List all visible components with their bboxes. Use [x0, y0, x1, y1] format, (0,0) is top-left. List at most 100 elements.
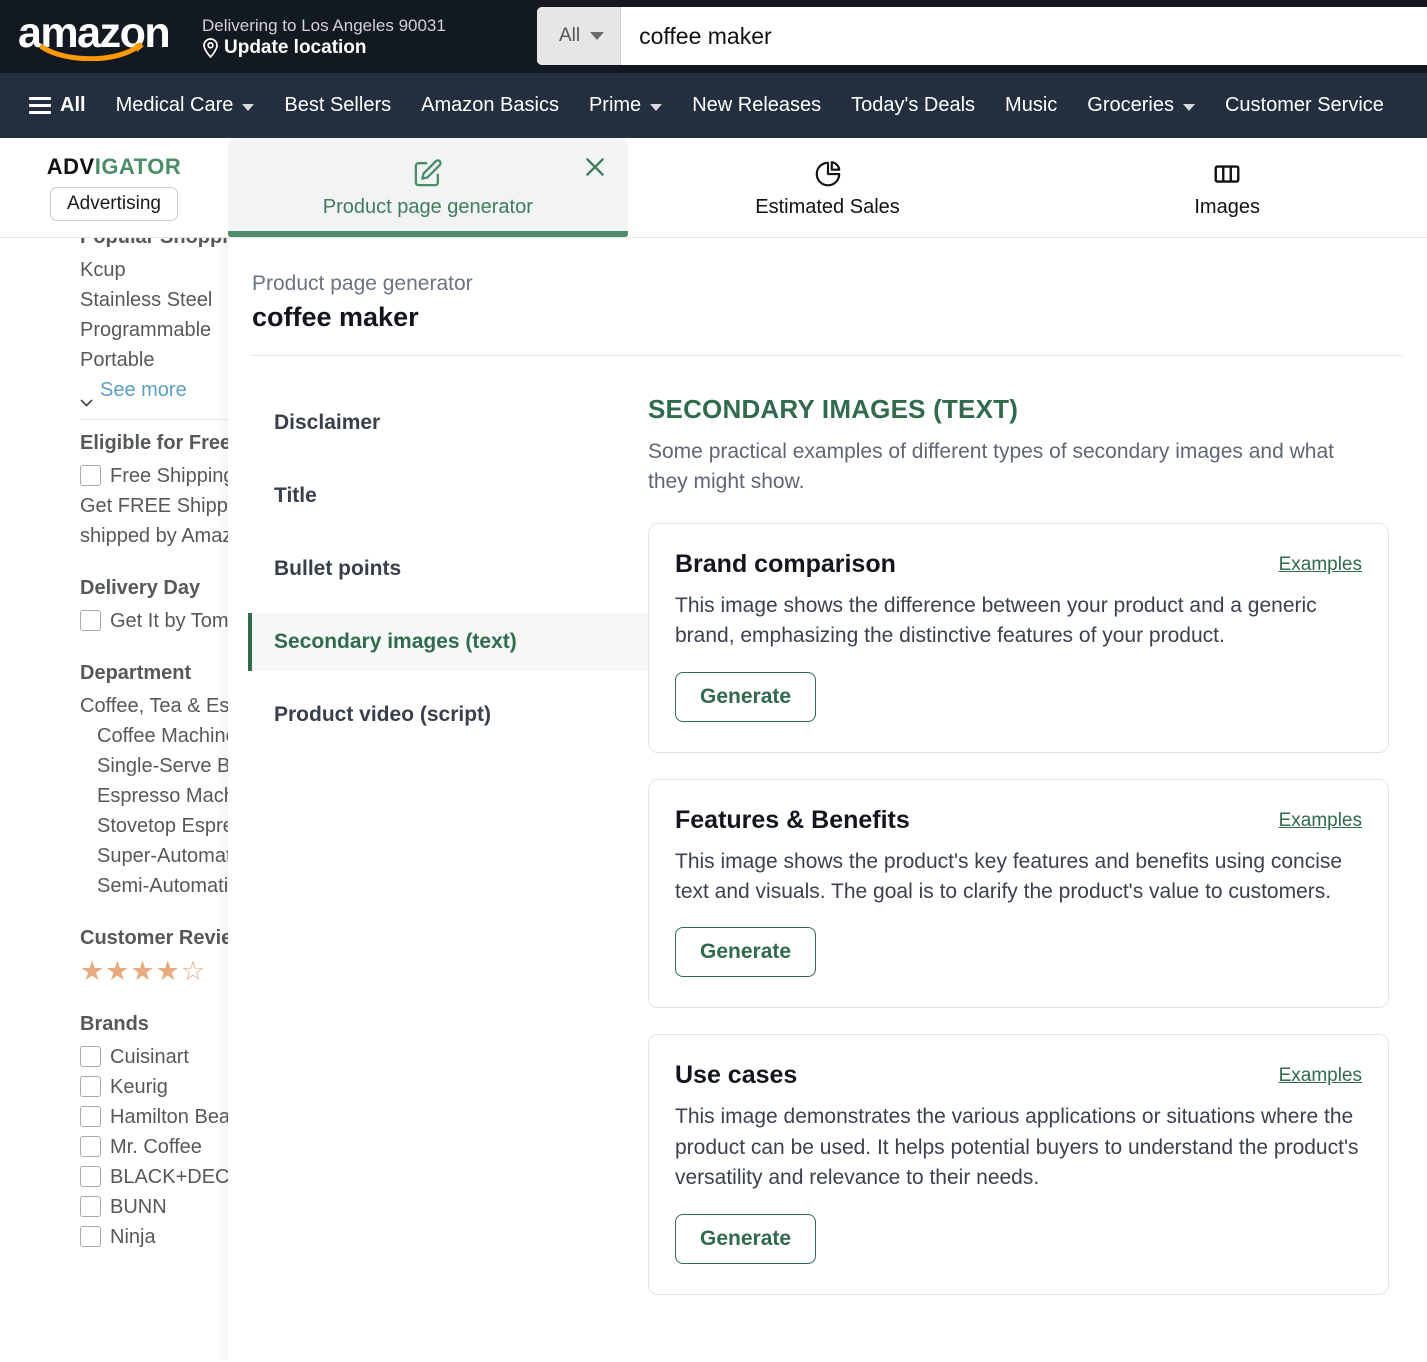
- update-location-label: Update location: [224, 36, 367, 58]
- chevron-down-icon: [650, 103, 663, 111]
- panel-kicker: Product page generator: [252, 272, 473, 295]
- nav-item-new-releases[interactable]: New Releases: [677, 85, 836, 126]
- nav-label: Music: [1005, 94, 1058, 116]
- panel-side-nav: Disclaimer Title Bullet points Secondary…: [228, 394, 648, 1295]
- nav-item-music[interactable]: Music: [990, 85, 1072, 126]
- nav-label: Amazon Basics: [421, 94, 559, 116]
- checkbox-get-it-tomorrow[interactable]: [80, 610, 101, 631]
- brand-label: Mr. Coffee: [110, 1136, 202, 1158]
- extension-tab-bar: ADVIGATOR Advertising Product page gener…: [0, 138, 1427, 238]
- chevron-down-icon: [1182, 103, 1195, 111]
- checkbox-brand[interactable]: [80, 1226, 101, 1247]
- checkbox-brand[interactable]: [80, 1046, 101, 1067]
- card-features-benefits: Features & Benefits Examples This image …: [648, 778, 1389, 1009]
- panel-nav-disclaimer[interactable]: Disclaimer: [248, 394, 648, 452]
- nav-item-todays-deals[interactable]: Today's Deals: [836, 85, 990, 126]
- columns-gallery-icon: [1212, 157, 1242, 191]
- pie-chart-icon: [813, 157, 843, 191]
- chevron-down-icon: [590, 32, 605, 40]
- location-pin-icon: [202, 37, 219, 59]
- checkbox-brand[interactable]: [80, 1166, 101, 1187]
- nav-item-amazon-basics[interactable]: Amazon Basics: [406, 85, 574, 126]
- examples-link[interactable]: Examples: [1279, 554, 1362, 576]
- nav-item-best-sellers[interactable]: Best Sellers: [269, 85, 406, 126]
- card-title: Use cases: [675, 1061, 798, 1090]
- checkbox-brand[interactable]: [80, 1196, 101, 1217]
- nav-label: Today's Deals: [851, 94, 976, 116]
- nav-item-medical-care[interactable]: Medical Care: [101, 85, 270, 126]
- card-description: This image shows the product's key featu…: [675, 849, 1343, 903]
- hamburger-menu-icon: [29, 97, 51, 114]
- tab-product-page-generator[interactable]: Product page generator: [228, 138, 628, 237]
- delivery-location[interactable]: Delivering to Los Angeles 90031 Update l…: [202, 14, 446, 59]
- panel-header: Product page generator coffee maker: [228, 238, 1427, 356]
- nav-item-prime[interactable]: Prime: [574, 85, 677, 126]
- card-brand-comparison: Brand comparison Examples This image sho…: [648, 522, 1389, 753]
- amazon-nav-bar: All Medical Care Best Sellers Amazon Bas…: [0, 73, 1427, 138]
- amazon-logo[interactable]: amazon: [18, 11, 171, 63]
- generate-button[interactable]: Generate: [675, 1213, 817, 1264]
- extension-brand-block: ADVIGATOR Advertising: [0, 138, 228, 237]
- nav-label: Prime: [588, 94, 642, 116]
- nav-label: New Releases: [692, 94, 822, 116]
- examples-link[interactable]: Examples: [1279, 810, 1362, 832]
- search-bar[interactable]: All: [537, 7, 1427, 65]
- card-description: This image demonstrates the various appl…: [675, 1105, 1359, 1190]
- nav-item-all-label: All: [60, 94, 86, 116]
- panel-body: Disclaimer Title Bullet points Secondary…: [228, 356, 1427, 1295]
- tab-images-label: Images: [1194, 195, 1260, 218]
- nav-item-groceries[interactable]: Groceries: [1072, 85, 1210, 126]
- extension-tabs: Product page generator Estimated Sales I…: [228, 138, 1427, 237]
- nav-label: Medical Care: [115, 94, 234, 116]
- section-subtitle: Some practical examples of different typ…: [648, 440, 1334, 493]
- delivery-line-1: Delivering to Los Angeles 90031: [202, 16, 446, 36]
- checkbox-brand[interactable]: [80, 1076, 101, 1097]
- panel-nav-product-video[interactable]: Product video (script): [248, 686, 648, 744]
- card-header: Brand comparison Examples: [675, 550, 1362, 579]
- search-category-dropdown[interactable]: All: [537, 7, 622, 65]
- section-title: SECONDARY IMAGES (TEXT): [648, 394, 1019, 424]
- card-title: Features & Benefits: [675, 805, 910, 834]
- product-page-generator-panel: Product page generator coffee maker Disc…: [228, 238, 1427, 1362]
- checkbox-brand[interactable]: [80, 1106, 101, 1127]
- advigator-logo[interactable]: ADVIGATOR: [47, 154, 181, 180]
- card-title: Brand comparison: [675, 549, 896, 578]
- examples-link[interactable]: Examples: [1279, 1065, 1362, 1087]
- chevron-down-icon: [242, 103, 255, 111]
- amazon-header: amazon Delivering to Los Angeles 90031 U…: [0, 0, 1427, 73]
- chevron-down-icon: [80, 386, 93, 407]
- tab-estimated-sales[interactable]: Estimated Sales: [627, 138, 1028, 237]
- advigator-logo-part-a: ADV: [46, 154, 95, 179]
- generate-button[interactable]: Generate: [675, 671, 817, 722]
- pencil-square-icon: [412, 157, 443, 191]
- nav-label: Groceries: [1087, 94, 1174, 116]
- card-header: Use cases Examples: [675, 1061, 1362, 1090]
- panel-title: coffee maker: [252, 302, 419, 332]
- brand-label: Ninja: [110, 1226, 156, 1248]
- delivery-line-2-row: Update location: [202, 37, 446, 59]
- nav-label: Best Sellers: [284, 94, 392, 116]
- checkbox-brand[interactable]: [80, 1136, 101, 1157]
- tab-estimated-sales-label: Estimated Sales: [755, 195, 900, 218]
- generate-button[interactable]: Generate: [675, 927, 817, 978]
- panel-nav-bullet-points[interactable]: Bullet points: [248, 540, 648, 598]
- nav-item-all[interactable]: All: [14, 85, 101, 126]
- search-input[interactable]: [621, 7, 1427, 65]
- checkbox-free-shipping[interactable]: [80, 465, 101, 486]
- search-category-label: All: [559, 25, 581, 46]
- advertising-button[interactable]: Advertising: [50, 187, 178, 221]
- card-description: This image shows the difference between …: [675, 593, 1317, 648]
- panel-nav-title[interactable]: Title: [248, 467, 648, 525]
- panel-nav-secondary-images[interactable]: Secondary images (text): [248, 613, 648, 671]
- see-more-label: See more: [100, 379, 187, 401]
- nav-item-customer-service[interactable]: Customer Service: [1210, 85, 1399, 126]
- amazon-smile-icon: [40, 41, 148, 61]
- tab-product-page-generator-label: Product page generator: [322, 195, 533, 218]
- card-use-cases: Use cases Examples This image demonstrat…: [648, 1034, 1389, 1295]
- brand-label: Cuisinart: [110, 1046, 189, 1068]
- card-header: Features & Benefits Examples: [675, 806, 1362, 835]
- tab-images[interactable]: Images: [1027, 138, 1427, 237]
- close-icon[interactable]: [582, 154, 608, 180]
- panel-main-content: SECONDARY IMAGES (TEXT) Some practical e…: [648, 394, 1427, 1295]
- nav-label: Customer Service: [1224, 94, 1384, 116]
